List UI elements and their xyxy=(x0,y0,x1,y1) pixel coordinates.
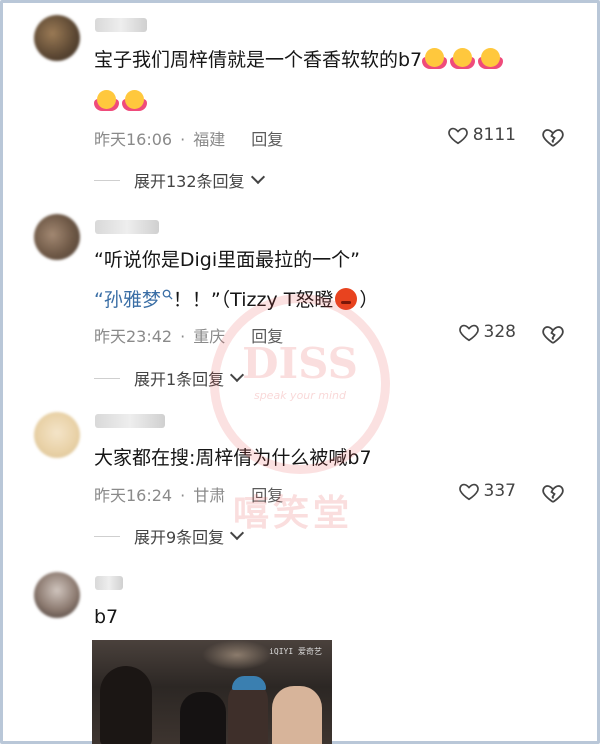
expand-replies-label: 展开1条回复 xyxy=(134,370,225,389)
comment-text-emoji-line xyxy=(94,86,570,118)
like-count: 328 xyxy=(483,322,516,342)
hugging-face-emoji xyxy=(122,88,147,113)
reply-button[interactable]: 回复 xyxy=(251,327,283,346)
username-blurred[interactable] xyxy=(95,576,123,590)
hugging-face-emoji xyxy=(450,46,476,71)
expand-replies-label: 展开9条回复 xyxy=(134,528,225,547)
comment-meta: 昨天16:06 · 福建 回复 xyxy=(94,130,284,149)
username-blurred[interactable] xyxy=(95,414,165,428)
like-count: 337 xyxy=(483,481,516,501)
hugging-face-emoji xyxy=(422,46,448,71)
comment-text: 宝子我们周梓倩就是一个香香软软的b7 xyxy=(94,44,570,76)
timestamp: 昨天16:24 xyxy=(94,486,173,505)
search-icon xyxy=(162,289,173,300)
location: 福建 xyxy=(193,130,226,149)
chevron-down-icon xyxy=(250,169,265,185)
hugging-face-emoji xyxy=(94,88,119,113)
like-button[interactable]: 8111 xyxy=(447,124,516,146)
chevron-down-icon xyxy=(230,525,245,541)
comment-text: b7 xyxy=(94,606,119,628)
comment-meta: 昨天23:42 · 重庆 回复 xyxy=(94,327,284,346)
broken-heart-icon[interactable] xyxy=(540,322,566,346)
reply-button[interactable]: 回复 xyxy=(251,486,283,505)
broken-heart-icon[interactable] xyxy=(540,481,566,505)
heart-icon xyxy=(458,324,479,342)
like-button[interactable]: 337 xyxy=(458,480,516,502)
angry-face-emoji xyxy=(335,288,358,310)
location: 重庆 xyxy=(193,327,226,346)
heart-icon xyxy=(458,483,479,501)
hugging-face-emoji xyxy=(478,46,504,71)
avatar[interactable] xyxy=(34,572,80,618)
expand-replies[interactable]: 展开132条回复 xyxy=(94,168,265,192)
iqiyi-logo: iQIYI 爱奇艺 xyxy=(269,647,322,656)
reply-button[interactable]: 回复 xyxy=(251,130,283,149)
comment-text: 大家都在搜:周梓倩为什么被喊b7 xyxy=(94,447,372,469)
location: 甘肃 xyxy=(193,486,226,505)
comment-meta: 昨天16:24 · 甘肃 回复 xyxy=(94,486,284,505)
chevron-down-icon xyxy=(230,367,245,383)
timestamp: 昨天16:06 xyxy=(94,130,173,149)
broken-heart-icon[interactable] xyxy=(540,125,566,149)
avatar[interactable] xyxy=(34,412,80,458)
user-mention-link[interactable]: “孙雅梦 xyxy=(94,289,173,311)
comment-text: “听说你是Digi里面最拉的一个” xyxy=(94,249,360,271)
comment-text-line2: “孙雅梦 ！！”（Tizzy T怒瞪） xyxy=(94,288,379,311)
expand-replies-label: 展开132条回复 xyxy=(134,172,245,191)
expand-replies[interactable]: 展开1条回复 xyxy=(94,366,245,390)
like-button[interactable]: 328 xyxy=(458,321,516,343)
heart-icon xyxy=(447,127,468,145)
timestamp: 昨天23:42 xyxy=(94,327,173,346)
avatar[interactable] xyxy=(34,15,80,61)
expand-replies[interactable]: 展开9条回复 xyxy=(94,524,245,548)
username-blurred[interactable] xyxy=(95,220,159,234)
like-count: 8111 xyxy=(472,125,516,145)
comment-photo[interactable]: iQIYI 爱奇艺 xyxy=(92,640,332,744)
username-blurred[interactable] xyxy=(95,18,147,32)
avatar[interactable] xyxy=(34,214,80,260)
